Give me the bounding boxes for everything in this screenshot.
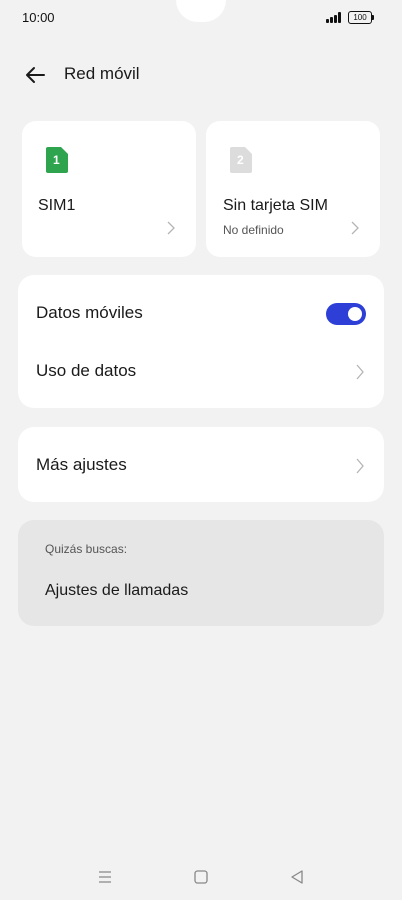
signal-icon (326, 12, 344, 23)
battery-level: 100 (353, 13, 367, 22)
back-button[interactable] (22, 62, 50, 88)
more-settings-group: Más ajustes (18, 427, 384, 502)
toggle-knob (348, 307, 362, 321)
status-bar: 10:00 100 (0, 0, 402, 36)
page-title: Red móvil (64, 64, 140, 83)
battery-icon: 100 (348, 11, 374, 24)
mobile-data-row[interactable]: Datos móviles (18, 285, 384, 341)
header: Red móvil (0, 58, 402, 92)
mobile-data-label: Datos móviles (36, 303, 143, 322)
navigation-bar (0, 860, 402, 890)
back-nav-button[interactable] (286, 866, 308, 888)
menu-icon (99, 871, 111, 883)
sim1-card[interactable]: 1 SIM1 (22, 121, 196, 257)
suggestions-card: Quizás buscas: Ajustes de llamadas (18, 520, 384, 626)
back-icon (291, 870, 303, 884)
more-settings-label: Más ajustes (36, 455, 127, 474)
mobile-data-toggle[interactable] (326, 303, 366, 325)
status-time: 10:00 (22, 10, 55, 25)
suggestions-caption: Quizás buscas: (45, 542, 128, 556)
sim1-name: SIM1 (38, 197, 76, 214)
sim2-name: Sin tarjeta SIM (223, 197, 328, 214)
data-settings-group: Datos móviles Uso de datos (18, 275, 384, 408)
menu-button[interactable] (94, 866, 116, 888)
chevron-right-icon (356, 458, 364, 474)
chevron-right-icon (351, 221, 359, 235)
chevron-right-icon (356, 364, 364, 380)
sim2-badge-number: 2 (237, 153, 244, 167)
home-button[interactable] (190, 866, 212, 888)
data-usage-row[interactable]: Uso de datos (18, 343, 384, 399)
sim1-badge-number: 1 (53, 153, 60, 167)
camera-notch (176, 0, 226, 22)
chevron-right-icon (167, 221, 175, 235)
home-icon (194, 870, 208, 884)
call-settings-link[interactable]: Ajustes de llamadas (45, 582, 188, 600)
data-usage-label: Uso de datos (36, 361, 137, 380)
sim2-card[interactable]: 2 Sin tarjeta SIM No definido (206, 121, 380, 257)
more-settings-row[interactable]: Más ajustes (18, 437, 384, 493)
arrow-left-icon (26, 67, 45, 83)
sim2-status: No definido (223, 223, 284, 237)
